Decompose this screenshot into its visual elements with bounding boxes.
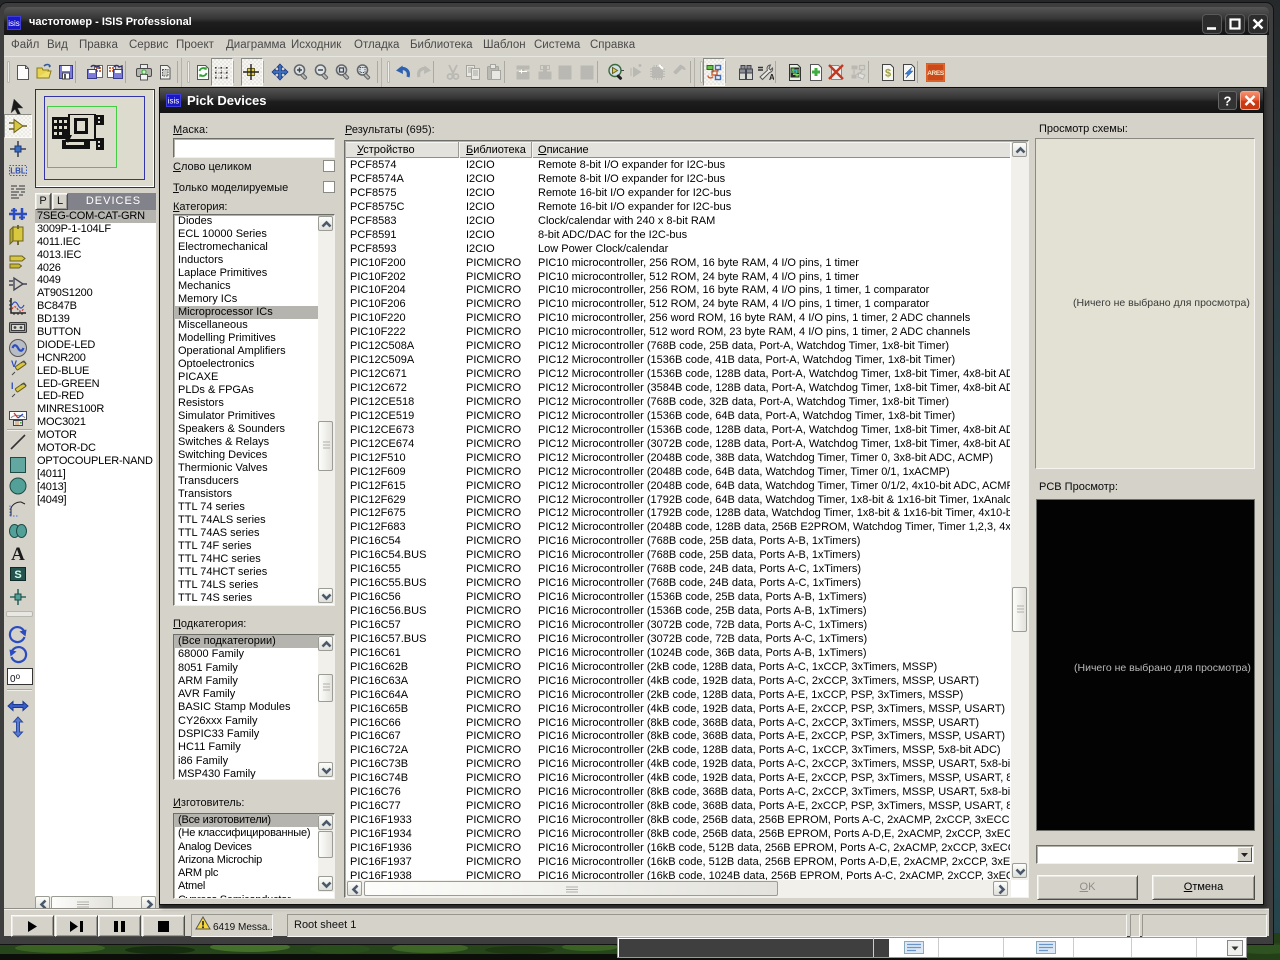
- svg-text:isis: isis: [8, 19, 20, 28]
- svg-text:isis: isis: [168, 97, 180, 106]
- svg-text:$: $: [885, 68, 891, 80]
- svg-text:S: S: [14, 569, 21, 581]
- svg-text:?: ?: [1224, 94, 1232, 109]
- svg-text:ARES: ARES: [927, 70, 945, 77]
- svg-text:A: A: [11, 544, 25, 564]
- svg-text:LBL: LBL: [10, 167, 26, 176]
- svg-text:A: A: [769, 73, 774, 82]
- svg-text:I: I: [11, 381, 14, 391]
